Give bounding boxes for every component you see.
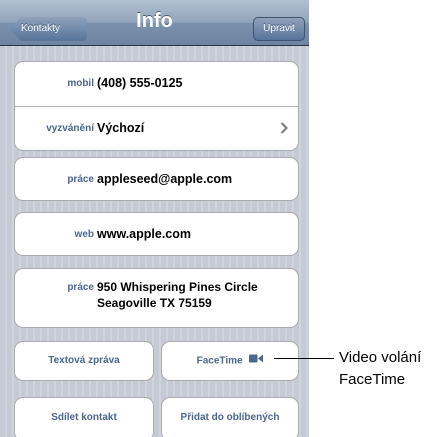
page: Kontakty Info Upravit mobil (408) 555-01… [0,0,442,437]
ringtone-label: vyzvánění [46,123,94,134]
phone-row[interactable]: mobil (408) 555-0125 [15,62,298,106]
facetime-label: FaceTime [196,355,243,367]
website-value: www.apple.com [97,227,192,241]
address-label: práce [67,282,94,293]
email-value: appleseed@apple.com [97,172,233,186]
navigation-bar: Kontakty Info Upravit [0,0,309,46]
edit-button[interactable]: Upravit [253,17,305,41]
email-row[interactable]: práce appleseed@apple.com [14,157,299,201]
video-camera-icon [249,342,264,380]
callout-text-line2: FaceTime [339,371,406,388]
text-message-button[interactable]: Textová zpráva [14,341,154,381]
address-line1: 950 Whispering Pines Circle [97,280,258,294]
callout-line [274,358,334,359]
website-label: web [74,229,94,240]
text-message-label: Textová zpráva [48,355,120,366]
callout-text-line1: Video volání [339,349,422,366]
facetime-button[interactable]: FaceTime [161,341,299,381]
ringtone-row[interactable]: vyzvánění Výchozí [15,107,298,151]
ringtone-value: Výchozí [97,121,145,135]
website-row[interactable]: web www.apple.com [14,212,299,256]
iphone-screen: Kontakty Info Upravit mobil (408) 555-01… [0,0,309,437]
address-row[interactable]: práce 950 Whispering Pines Circle Seagov… [14,268,299,328]
share-contact-button[interactable]: Sdílet kontakt [14,397,154,437]
chevron-right-icon [280,121,289,137]
address-line2: Seagoville TX 75159 [97,296,212,310]
phone-ringtone-group: mobil (408) 555-0125 vyzvánění Výchozí [14,61,299,151]
phone-label: mobil [67,78,94,89]
email-label: práce [67,174,94,185]
add-favorite-button[interactable]: Přidat do oblíbených [161,397,299,437]
share-contact-label: Sdílet kontakt [51,412,117,423]
add-favorite-label: Přidat do oblíbených [180,412,280,423]
phone-value: (408) 555-0125 [97,76,183,90]
